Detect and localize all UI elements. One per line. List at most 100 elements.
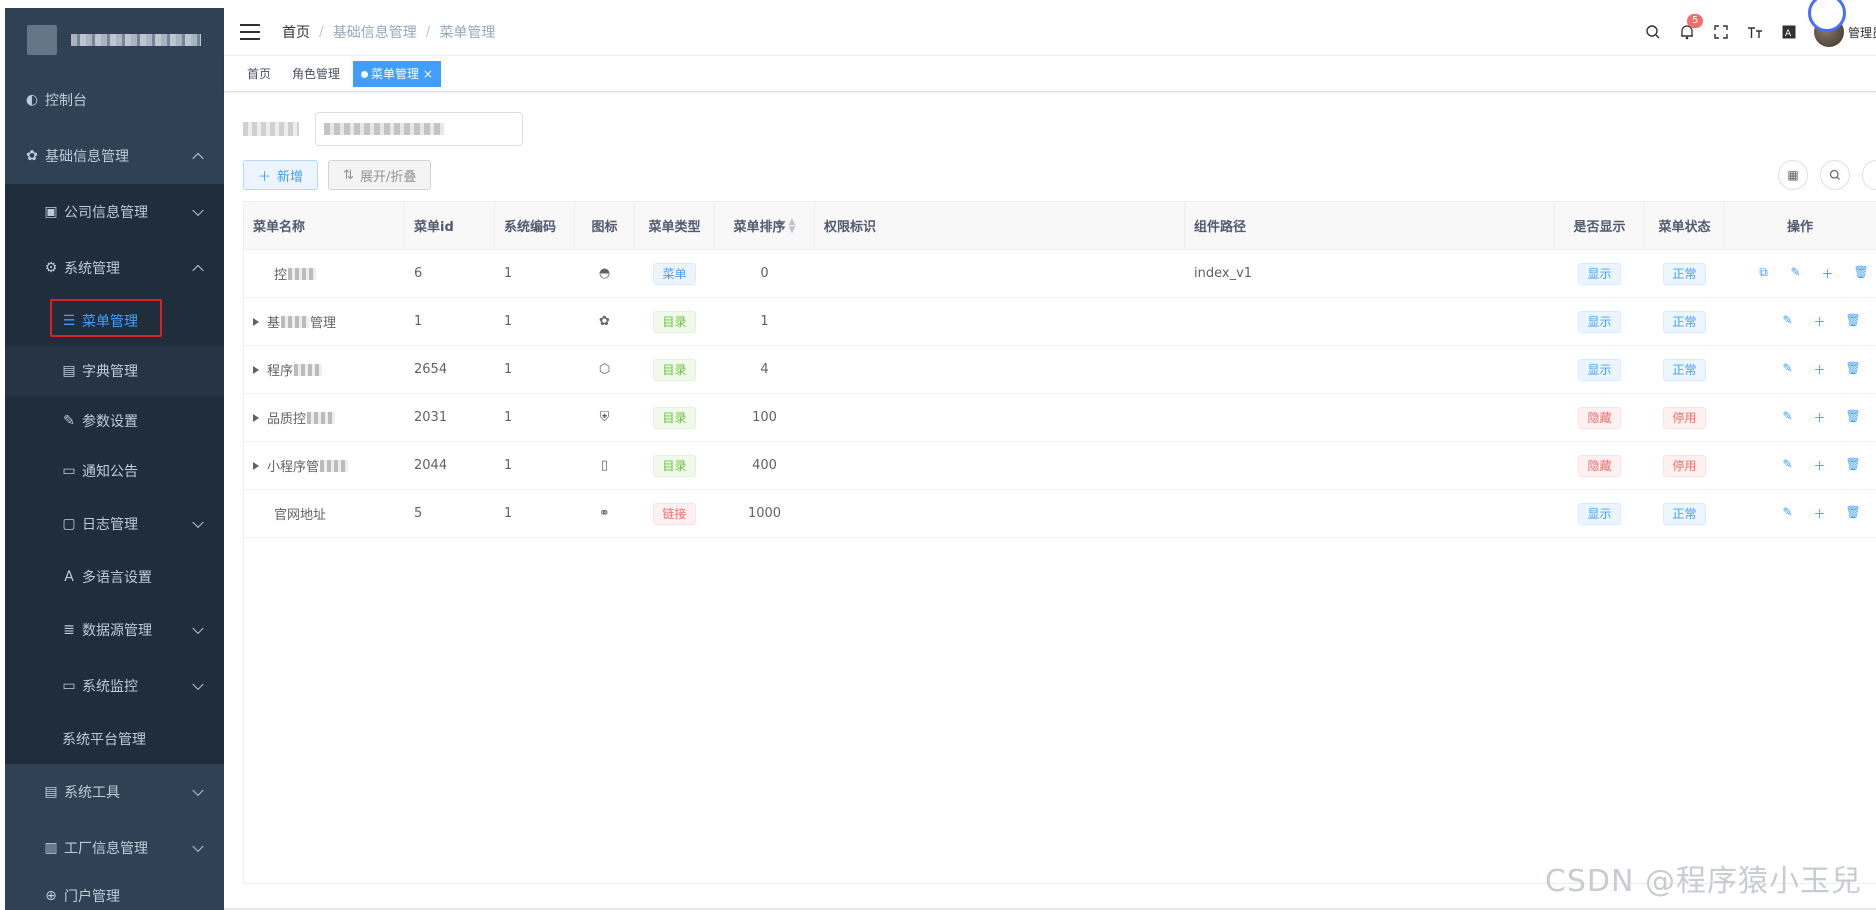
- cube-icon: ⬡: [598, 362, 611, 377]
- breadcrumb-basic-info[interactable]: 基础信息管理: [333, 22, 417, 42]
- delete-icon[interactable]: 🗑: [1846, 361, 1861, 378]
- search-input-value-blurred: [324, 123, 444, 135]
- sidebar-item-tools[interactable]: ▤ 系统工具: [5, 764, 224, 820]
- grid-icon[interactable]: ▦: [1778, 160, 1808, 190]
- visible-tag: 隐藏: [1578, 454, 1621, 477]
- sidebar-item-label: 控制台: [45, 93, 87, 109]
- building-icon: ▣: [44, 204, 58, 220]
- fullscreen-icon[interactable]: [1704, 8, 1738, 56]
- app-title-blurred: [71, 34, 201, 46]
- col-sort[interactable]: 菜单排序 ▲ ▼: [715, 202, 815, 249]
- tag-menu-management[interactable]: 菜单管理 ×: [353, 60, 441, 87]
- cell-sort: 0: [760, 266, 769, 281]
- sidebar-item-label: 日志管理: [82, 517, 138, 533]
- tag-home[interactable]: 首页: [239, 61, 279, 87]
- language-icon[interactable]: A: [1772, 8, 1806, 56]
- blurred-text: [307, 411, 336, 424]
- table-row: 控 6 1 ◓ 菜单 0 index_v1 显示 正常 ⧉ ✎ ＋ 🗑: [244, 250, 1876, 298]
- cell-type: 目录: [635, 346, 715, 393]
- delete-icon[interactable]: 🗑: [1846, 409, 1861, 426]
- plus-icon: ＋: [258, 169, 272, 185]
- close-icon[interactable]: ×: [423, 67, 433, 81]
- cell-name: 程序: [244, 346, 405, 393]
- sidebar-item-notice[interactable]: ▭ 通知公告: [5, 446, 224, 496]
- cell-type: 目录: [635, 298, 715, 345]
- edit-icon[interactable]: ✎: [1782, 409, 1794, 426]
- sidebar-item-logs[interactable]: ▢ 日志管理: [5, 496, 224, 552]
- app-logo[interactable]: [5, 8, 224, 72]
- settings-circle-icon: ⚙: [44, 260, 58, 276]
- expand-collapse-button[interactable]: ⇅ 展开/折叠: [328, 160, 432, 190]
- chevron-down-icon: [192, 840, 204, 853]
- delete-icon[interactable]: 🗑: [1846, 457, 1861, 474]
- sidebar-item-company-info[interactable]: ▣ 公司信息管理: [5, 184, 224, 240]
- hamburger-icon[interactable]: [240, 23, 260, 40]
- add-icon[interactable]: ＋: [1822, 265, 1834, 282]
- sidebar-item-platform[interactable]: 系统平台管理: [5, 714, 224, 764]
- cell-name: 品质控: [244, 394, 405, 441]
- sidebar-item-system[interactable]: ⚙ 系统管理: [5, 240, 224, 296]
- sidebar-item-parameters[interactable]: ✎ 参数设置: [5, 396, 224, 446]
- cell-path: [1185, 346, 1555, 393]
- cell-path: [1185, 490, 1555, 537]
- sidebar-item-datasource[interactable]: ≣ 数据源管理: [5, 602, 224, 658]
- type-tag: 目录: [653, 358, 696, 381]
- blurred-text: [281, 315, 310, 328]
- sidebar-item-dictionary[interactable]: ▤ 字典管理: [5, 346, 224, 396]
- cell-sort: 1: [760, 314, 769, 329]
- add-button[interactable]: ＋ 新增: [243, 160, 319, 190]
- copy-icon[interactable]: ⧉: [1758, 265, 1770, 282]
- sidebar-item-language[interactable]: A 多语言设置: [5, 552, 224, 602]
- edit-icon[interactable]: ✎: [1782, 361, 1794, 378]
- sidebar-item-portal[interactable]: ⊕ 门户管理: [5, 876, 224, 910]
- add-icon[interactable]: ＋: [1814, 409, 1826, 426]
- cell-permission: [815, 346, 1185, 393]
- sidebar-item-monitor[interactable]: ▭ 系统监控: [5, 658, 224, 714]
- search-toggle-icon[interactable]: [1820, 160, 1850, 190]
- cell-actions: ✎ ＋ 🗑: [1725, 394, 1875, 441]
- cell-actions: ⧉ ✎ ＋ 🗑: [1725, 250, 1875, 297]
- expand-arrow-icon[interactable]: [253, 365, 259, 374]
- edit-icon[interactable]: ✎: [1790, 265, 1802, 282]
- sort-caret-icon[interactable]: ▲ ▼: [789, 217, 796, 234]
- user-name[interactable]: 管理员: [1848, 24, 1876, 41]
- edit-icon[interactable]: ✎: [1782, 505, 1794, 522]
- edit-icon[interactable]: ✎: [1782, 457, 1794, 474]
- col-id: 菜单id: [405, 202, 495, 249]
- gear-icon: ✿: [26, 148, 38, 164]
- expand-arrow-icon[interactable]: [253, 317, 259, 326]
- sidebar-item-factory[interactable]: ▥ 工厂信息管理: [5, 820, 224, 876]
- expand-arrow-icon[interactable]: [253, 413, 259, 422]
- cell-name: 控: [244, 250, 405, 297]
- edit-icon[interactable]: ✎: [1782, 313, 1794, 330]
- status-tag: 停用: [1663, 454, 1706, 477]
- breadcrumb-home[interactable]: 首页: [282, 22, 310, 42]
- add-icon[interactable]: ＋: [1814, 457, 1826, 474]
- bell-icon[interactable]: 5: [1670, 8, 1704, 56]
- sidebar-item-label: 系统平台管理: [62, 732, 146, 748]
- search-input[interactable]: [315, 112, 523, 146]
- add-icon[interactable]: ＋: [1814, 505, 1826, 522]
- font-size-icon[interactable]: [1738, 8, 1772, 56]
- sidebar-item-dashboard[interactable]: ◐ 控制台: [5, 72, 224, 128]
- add-icon[interactable]: ＋: [1814, 313, 1826, 330]
- col-status: 菜单状态: [1645, 202, 1725, 249]
- cell-visible: 显示: [1555, 298, 1645, 345]
- sidebar-item-basic-info[interactable]: ✿ 基础信息管理: [5, 128, 224, 184]
- cell-status: 正常: [1645, 490, 1725, 537]
- chevron-down-icon: [192, 622, 204, 635]
- delete-icon[interactable]: 🗑: [1854, 265, 1869, 282]
- cell-sort: 4: [760, 362, 769, 377]
- add-icon[interactable]: ＋: [1814, 361, 1826, 378]
- visible-tag: 显示: [1578, 310, 1621, 333]
- delete-icon[interactable]: 🗑: [1846, 505, 1861, 522]
- col-sort-label: 菜单排序: [733, 220, 786, 235]
- app-root: ◐ 控制台 ✿ 基础信息管理 ▣ 公司信息管理 ⚙ 系统管理 ☰ 菜单管理 ▤ …: [0, 0, 1876, 910]
- expand-arrow-icon[interactable]: [253, 461, 259, 470]
- tag-role-management[interactable]: 角色管理: [284, 61, 348, 87]
- search-icon[interactable]: [1636, 8, 1670, 56]
- refresh-icon[interactable]: [1862, 160, 1876, 190]
- delete-icon[interactable]: 🗑: [1846, 313, 1861, 330]
- cell-permission: [815, 490, 1185, 537]
- status-tag: 正常: [1663, 310, 1706, 333]
